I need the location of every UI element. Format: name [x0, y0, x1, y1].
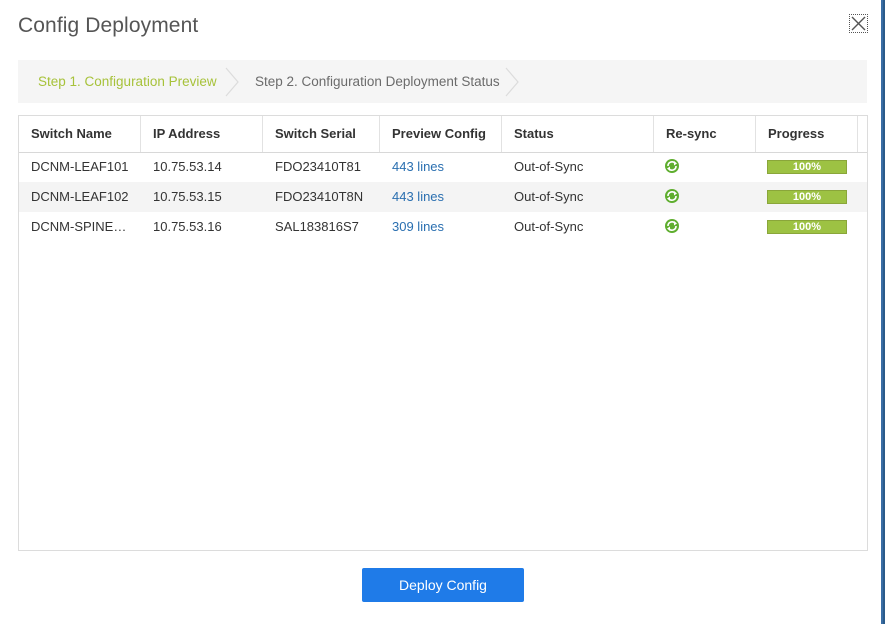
progress-cell: 100%: [756, 212, 858, 242]
column-header-switch-serial[interactable]: Switch Serial: [263, 116, 380, 152]
step-configuration-preview[interactable]: Step 1. Configuration Preview: [38, 60, 217, 103]
table-row[interactable]: DCNM-LEAF101 10.75.53.14 FDO23410T81 443…: [19, 152, 867, 182]
deploy-config-button[interactable]: Deploy Config: [362, 568, 524, 602]
switch-serial-cell: FDO23410T81: [275, 159, 361, 174]
resync-icon[interactable]: [664, 158, 680, 174]
preview-config-link[interactable]: 443 lines: [380, 152, 502, 182]
status-cell: Out-of-Sync: [514, 159, 584, 174]
close-icon: [851, 16, 866, 31]
column-header-resync[interactable]: Re-sync: [654, 116, 756, 152]
switch-table: Switch Name IP Address Switch Serial Pre…: [18, 115, 868, 551]
resync-icon[interactable]: [664, 218, 680, 234]
table-header: Switch Name IP Address Switch Serial Pre…: [19, 116, 867, 153]
resync-cell: [654, 212, 756, 242]
status-cell: Out-of-Sync: [514, 219, 584, 234]
progress-label: 100%: [792, 161, 822, 173]
resync-cell: [654, 152, 756, 182]
table-row[interactable]: DCNM-SPINE… 10.75.53.16 SAL183816S7 309 …: [19, 212, 867, 242]
ip-address-cell: 10.75.53.16: [153, 219, 222, 234]
column-header-progress[interactable]: Progress: [756, 116, 858, 152]
switch-serial-cell: FDO23410T8N: [275, 189, 364, 204]
column-header-status[interactable]: Status: [502, 116, 654, 152]
resync-icon[interactable]: [664, 188, 680, 204]
progress-label: 100%: [792, 221, 822, 233]
switch-name-cell: DCNM-LEAF102: [31, 189, 129, 204]
table-row[interactable]: DCNM-LEAF102 10.75.53.15 FDO23410T8N 443…: [19, 182, 867, 212]
config-deployment-dialog: Config Deployment Step 1. Configuration …: [0, 0, 883, 624]
switch-name-cell: DCNM-LEAF101: [31, 159, 129, 174]
wizard-steps: Step 1. Configuration Preview Step 2. Co…: [18, 60, 867, 103]
dialog-title: Config Deployment: [18, 14, 199, 37]
progress-cell: 100%: [756, 182, 858, 212]
ip-address-cell: 10.75.53.14: [153, 159, 222, 174]
step-deployment-status[interactable]: Step 2. Configuration Deployment Status: [255, 60, 500, 103]
switch-serial-cell: SAL183816S7: [275, 219, 359, 234]
column-header-preview-config[interactable]: Preview Config: [380, 116, 502, 152]
resync-cell: [654, 182, 756, 212]
progress-bar: 100%: [767, 220, 847, 234]
preview-config-link[interactable]: 309 lines: [380, 212, 502, 242]
close-button[interactable]: [849, 14, 868, 33]
chevron-right-icon: [225, 67, 239, 97]
column-header-switch-name[interactable]: Switch Name: [19, 116, 141, 152]
status-cell: Out-of-Sync: [514, 189, 584, 204]
progress-bar: 100%: [767, 160, 847, 174]
ip-address-cell: 10.75.53.15: [153, 189, 222, 204]
progress-cell: 100%: [756, 152, 858, 182]
chevron-right-icon: [505, 67, 519, 97]
column-header-ip-address[interactable]: IP Address: [141, 116, 263, 152]
preview-config-link[interactable]: 443 lines: [380, 182, 502, 212]
progress-label: 100%: [792, 191, 822, 203]
progress-bar: 100%: [767, 190, 847, 204]
switch-name-cell: DCNM-SPINE…: [31, 219, 127, 234]
